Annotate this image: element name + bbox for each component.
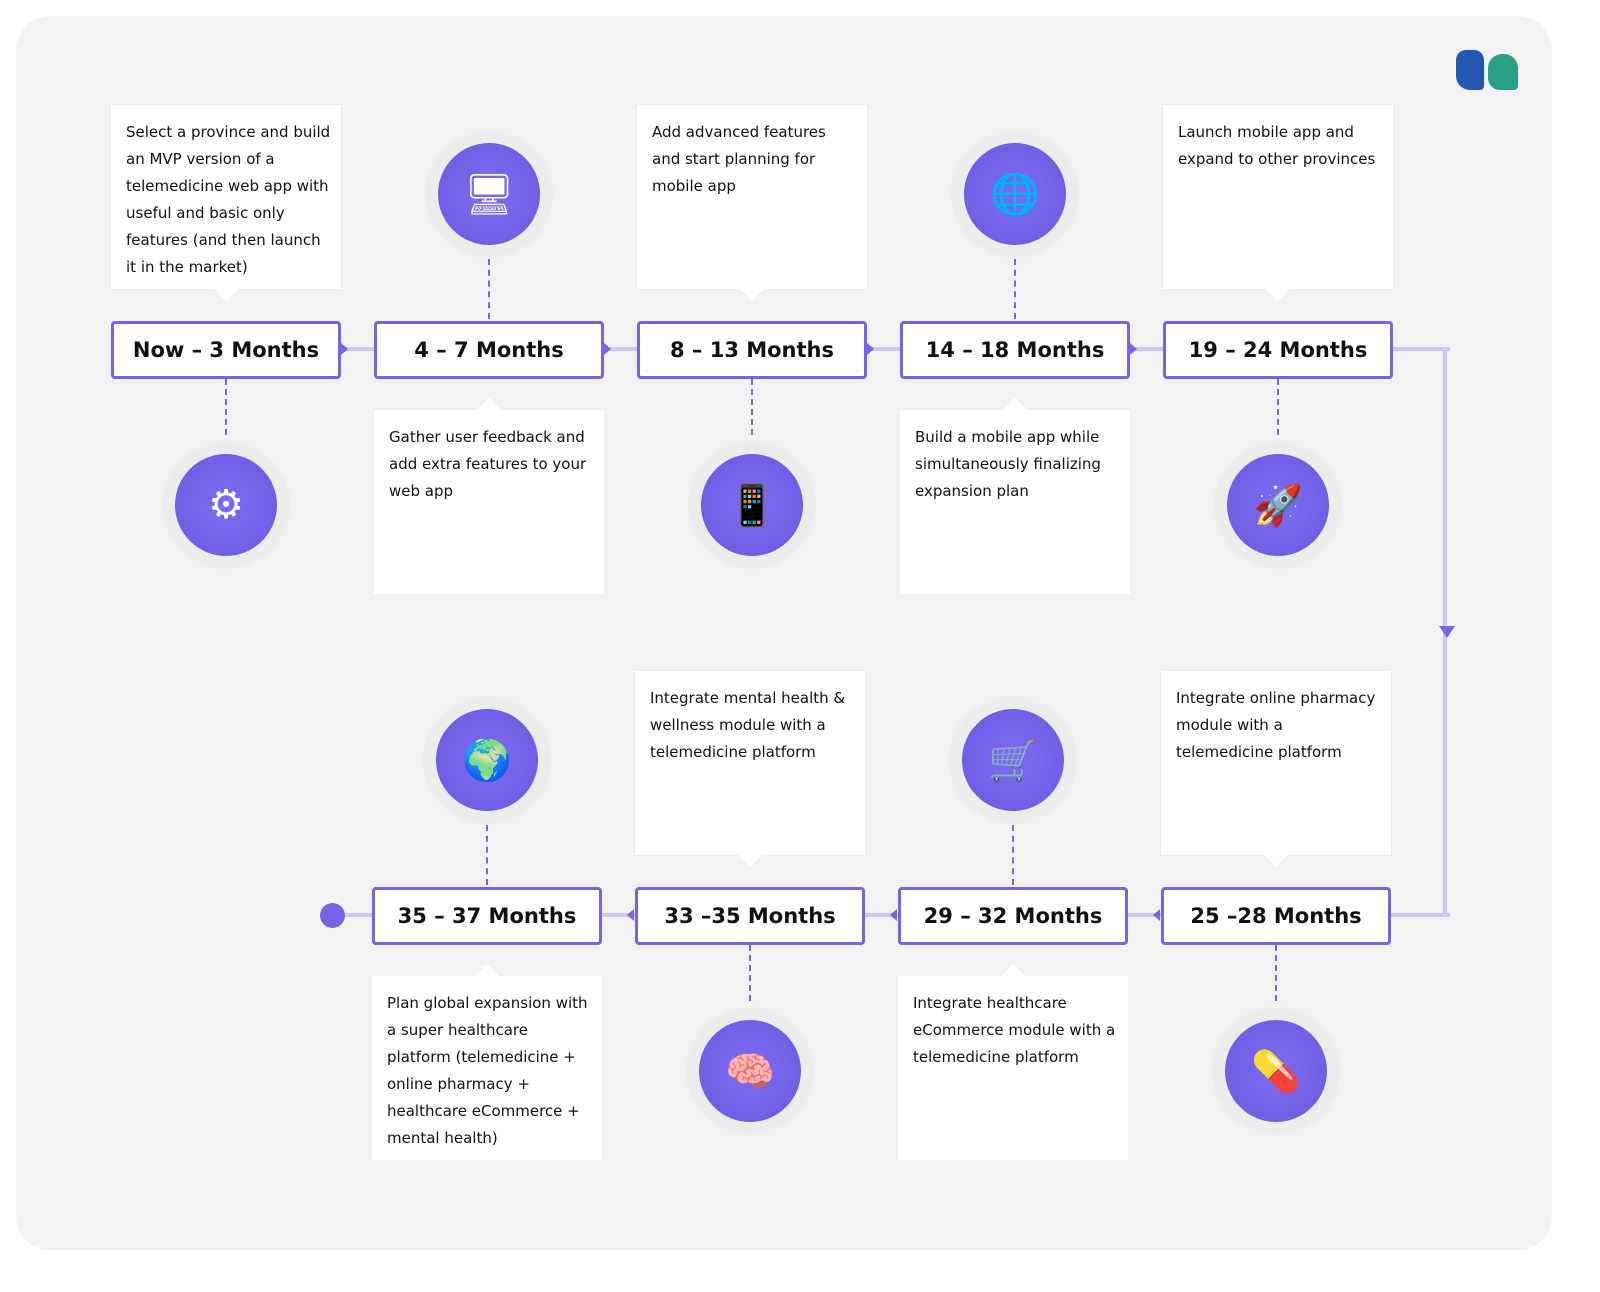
icon-halo: ⚙: [164, 443, 288, 567]
connector-arrow-down: [1439, 626, 1455, 638]
milestone-description-card: Integrate healthcare eCommerce module wi…: [898, 964, 1128, 1160]
connector-arrowhead: [341, 343, 348, 355]
milestone-box: 35 – 37 Months: [372, 887, 602, 945]
milestone-box: Now – 3 Months: [111, 321, 341, 379]
connector-arrowhead: [627, 909, 634, 921]
dashed-connector: [225, 379, 227, 435]
milestone-description-card: Select a province and build an MVP versi…: [111, 105, 341, 301]
milestone-description-card: Launch mobile app and expand to other pr…: [1163, 105, 1393, 301]
dashed-connector: [751, 379, 753, 435]
dashed-connector: [1014, 259, 1016, 319]
icon-halo: 🧠: [688, 1009, 812, 1133]
icon-halo: 🛒: [951, 698, 1075, 822]
milestone-box: 4 – 7 Months: [374, 321, 604, 379]
milestone-description-text: Integrate mental health & wellness modul…: [650, 689, 846, 761]
callout-pointer: [740, 289, 764, 301]
milestone-description-card: Add advanced features and start planning…: [637, 105, 867, 301]
milestone-box: 25 –28 Months: [1161, 887, 1391, 945]
connector-arrowhead: [1153, 909, 1160, 921]
callout-pointer: [1264, 855, 1288, 867]
callout-pointer: [738, 855, 762, 867]
milestone-description-card: Integrate online pharmacy module with a …: [1161, 671, 1391, 867]
milestone-box: 29 – 32 Months: [898, 887, 1128, 945]
milestone-box: 33 –35 Months: [635, 887, 865, 945]
milestone-description-text: Gather user feedback and add extra featu…: [389, 428, 587, 500]
connector-arrowhead: [890, 909, 897, 921]
icon-halo: 📱: [690, 443, 814, 567]
connector-arrowhead: [604, 343, 611, 355]
milestone-description-text: Select a province and build an MVP versi…: [126, 123, 331, 276]
callout-pointer: [1003, 398, 1027, 410]
desktop-web-icon: 🖥: [438, 143, 540, 245]
milestone-description-card: Build a mobile app while simultaneously …: [900, 398, 1130, 594]
callout-pointer: [214, 289, 238, 301]
dashed-connector: [1012, 825, 1014, 885]
milestone-box: 8 – 13 Months: [637, 321, 867, 379]
ecommerce-cart-icon: 🛒: [962, 709, 1064, 811]
dashed-connector: [486, 825, 488, 885]
icon-halo: 💊: [1214, 1009, 1338, 1133]
globe-expansion-icon: 🌐: [964, 143, 1066, 245]
callout-pointer: [1266, 289, 1290, 301]
global-locations-icon: 🌍: [436, 709, 538, 811]
milestone-box: 14 – 18 Months: [900, 321, 1130, 379]
callout-pointer: [477, 398, 501, 410]
milestone-description-text: Build a mobile app while simultaneously …: [915, 428, 1101, 500]
milestone-description-card: Integrate mental health & wellness modul…: [635, 671, 865, 867]
logo-left-mark: [1456, 50, 1484, 90]
milestone-description-text: Integrate online pharmacy module with a …: [1176, 689, 1376, 761]
callout-pointer: [1001, 964, 1025, 976]
milestone-description-card: Plan global expansion with a super healt…: [372, 964, 602, 1160]
dashed-connector: [1277, 379, 1279, 435]
milestone-box: 19 – 24 Months: [1163, 321, 1393, 379]
icon-halo: 🌐: [953, 132, 1077, 256]
dashed-connector: [488, 259, 490, 319]
brain-head-icon: 🧠: [699, 1020, 801, 1122]
logo: [1456, 50, 1520, 92]
timeline-end-dot: [320, 903, 345, 928]
logo-right-mark: [1488, 54, 1518, 90]
rocket-icon: 🚀: [1227, 454, 1329, 556]
dashed-connector: [1275, 945, 1277, 1001]
icon-halo: 🌍: [425, 698, 549, 822]
icon-halo: 🖥: [427, 132, 551, 256]
monitor-gear-search-icon: ⚙: [175, 454, 277, 556]
connector-arrowhead: [1130, 343, 1137, 355]
icon-halo: 🚀: [1216, 443, 1340, 567]
milestone-description-text: Plan global expansion with a super healt…: [387, 994, 588, 1147]
callout-pointer: [475, 964, 499, 976]
milestone-description-text: Integrate healthcare eCommerce module wi…: [913, 994, 1116, 1066]
mobile-app-icon: 📱: [701, 454, 803, 556]
dashed-connector: [749, 945, 751, 1001]
connector-arrowhead: [867, 343, 874, 355]
pharmacy-icon: 💊: [1225, 1020, 1327, 1122]
milestone-description-text: Add advanced features and start planning…: [652, 123, 826, 195]
milestone-description-text: Launch mobile app and expand to other pr…: [1178, 123, 1376, 168]
milestone-description-card: Gather user feedback and add extra featu…: [374, 398, 604, 594]
